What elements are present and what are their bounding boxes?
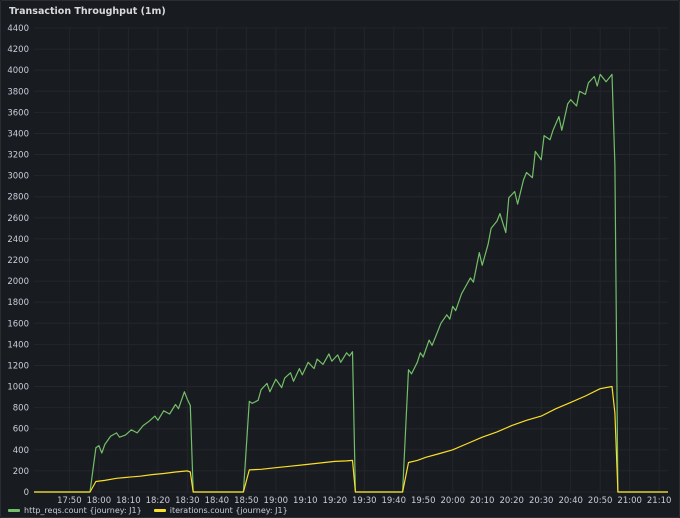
legend-swatch-iterations <box>153 508 166 512</box>
x-tick-label: 20:30 <box>529 496 554 506</box>
y-tick-label: 400 <box>13 446 29 456</box>
y-tick-label: 2000 <box>7 277 29 287</box>
y-tick-label: 3200 <box>7 151 29 161</box>
x-tick-label: 21:00 <box>617 496 642 506</box>
y-tick-label: 800 <box>13 404 29 414</box>
y-tick-label: 4000 <box>7 66 29 76</box>
y-tick-label: 2200 <box>7 256 29 266</box>
legend-item-iterations[interactable]: iterations.count {journey: J1} <box>153 504 288 516</box>
legend-label-iterations: iterations.count {journey: J1} <box>169 505 288 515</box>
legend-item-http-reqs[interactable]: http_reqs.count {journey: J1} <box>8 504 142 516</box>
x-tick-label: 19:30 <box>352 496 377 506</box>
y-tick-label: 1600 <box>7 319 29 329</box>
y-tick-label: 1000 <box>7 383 29 393</box>
y-tick-label: 3600 <box>7 108 29 118</box>
x-tick-label: 21:10 <box>647 496 672 506</box>
x-tick-label: 19:50 <box>411 496 436 506</box>
y-tick-label: 3800 <box>7 87 29 97</box>
y-tick-label: 1200 <box>7 361 29 371</box>
legend-label-http-reqs: http_reqs.count {journey: J1} <box>24 505 142 515</box>
x-tick-label: 20:40 <box>558 496 583 506</box>
x-tick-label: 20:20 <box>499 496 524 506</box>
y-tick-label: 2800 <box>7 193 29 203</box>
y-tick-label: 200 <box>13 467 29 477</box>
x-tick-label: 20:00 <box>440 496 465 506</box>
y-tick-label: 1400 <box>7 340 29 350</box>
y-tick-label: 1800 <box>7 298 29 308</box>
y-tick-label: 3400 <box>7 129 29 139</box>
x-tick-label: 20:50 <box>588 496 613 506</box>
y-tick-label: 600 <box>13 425 29 435</box>
x-tick-label: 19:10 <box>293 496 318 506</box>
y-tick-label: 4200 <box>7 45 29 55</box>
series-line-iterations[interactable] <box>34 385 668 493</box>
x-tick-label: 20:10 <box>470 496 495 506</box>
x-tick-label: 19:20 <box>323 496 348 506</box>
y-tick-label: 0 <box>24 488 29 498</box>
y-tick-label: 3000 <box>7 172 29 182</box>
x-tick-label: 19:40 <box>382 496 407 506</box>
y-tick-label: 4400 <box>7 24 29 34</box>
y-tick-label: 2400 <box>7 235 29 245</box>
y-tick-label: 2600 <box>7 214 29 224</box>
series-line-http-reqs[interactable] <box>34 73 668 493</box>
legend-swatch-http-reqs <box>8 508 20 512</box>
throughput-chart[interactable]: 0 200 400 600 800 1000 1200 1400 1600 1800 2000 220… <box>0 0 680 518</box>
legend: http_reqs.count {journey: J1} iterations… <box>8 504 288 516</box>
